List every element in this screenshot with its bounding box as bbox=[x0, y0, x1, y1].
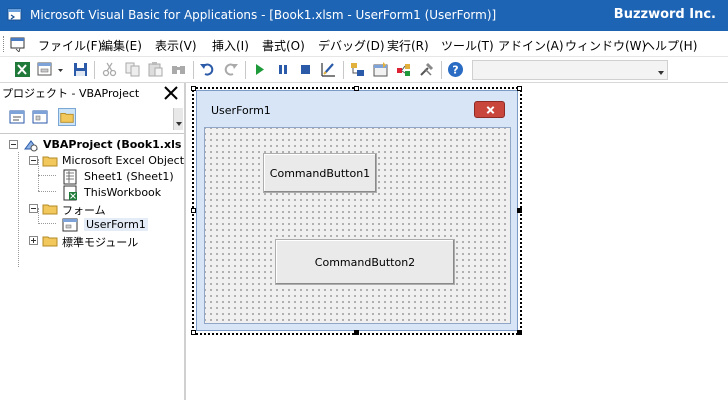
toolbar-separator bbox=[343, 61, 344, 79]
excel-view-icon[interactable] bbox=[14, 61, 31, 78]
insert-dropdown-icon[interactable] bbox=[56, 61, 65, 78]
chevron-down-icon[interactable] bbox=[658, 71, 664, 75]
resize-handle bbox=[191, 86, 196, 91]
project-tree: VBAProject (Book1.xls Microsoft Excel Ob… bbox=[0, 133, 184, 400]
close-icon[interactable] bbox=[474, 101, 505, 118]
standard-toolbar: ? bbox=[0, 57, 728, 83]
command-button-2[interactable]: CommandButton2 bbox=[275, 239, 455, 285]
copy-icon[interactable] bbox=[124, 61, 141, 78]
vba-app-icon bbox=[7, 8, 22, 21]
tree-item-sheet1[interactable]: Sheet1 (Sheet1) bbox=[56, 169, 184, 185]
userform-window[interactable]: UserForm1 CommandButton1 CommandButton2 bbox=[196, 90, 518, 331]
tree-connector bbox=[38, 191, 56, 192]
find-icon[interactable] bbox=[170, 61, 187, 78]
design-mode-icon[interactable] bbox=[320, 61, 337, 78]
reset-icon[interactable] bbox=[297, 61, 314, 78]
tree-item-modules[interactable]: 標準モジュール bbox=[26, 233, 184, 249]
undo-icon[interactable] bbox=[199, 61, 216, 78]
tree-item-thisworkbook[interactable]: ThisWorkbook bbox=[56, 185, 184, 201]
tree-item-label: 標準モジュール bbox=[62, 236, 139, 249]
collapse-icon[interactable] bbox=[9, 140, 18, 149]
tree-item-label: UserForm1 bbox=[84, 218, 148, 231]
close-icon[interactable] bbox=[161, 83, 181, 103]
folder-icon bbox=[42, 156, 58, 167]
menu-addins[interactable]: アドイン(A) bbox=[498, 37, 564, 54]
view-object-icon[interactable] bbox=[31, 108, 49, 126]
view-code-icon[interactable] bbox=[8, 108, 26, 126]
toolbar-separator bbox=[94, 61, 95, 79]
folder-icon bbox=[42, 236, 58, 247]
toolbar-separator bbox=[441, 61, 442, 79]
tree-item-label: ThisWorkbook bbox=[84, 186, 162, 199]
menu-edit[interactable]: 編集(E) bbox=[101, 37, 142, 54]
folder-icon bbox=[42, 204, 58, 215]
resize-handle bbox=[191, 330, 196, 335]
tree-item-label: Sheet1 (Sheet1) bbox=[84, 170, 174, 183]
resize-handle[interactable] bbox=[517, 330, 522, 335]
expand-icon[interactable] bbox=[29, 236, 38, 245]
menu-window[interactable]: ウィンドウ(W) bbox=[565, 37, 646, 54]
window-menu-icon[interactable] bbox=[10, 36, 26, 52]
properties-icon[interactable] bbox=[372, 61, 389, 78]
form-designer: UserForm1 CommandButton1 CommandButton2 bbox=[188, 83, 728, 400]
window-title: Microsoft Visual Basic for Applications … bbox=[30, 8, 497, 22]
svg-text:?: ? bbox=[452, 64, 458, 77]
chevron-down-icon[interactable] bbox=[176, 122, 182, 126]
tree-item-forms[interactable]: フォーム bbox=[26, 201, 184, 217]
menu-view[interactable]: 表示(V) bbox=[155, 37, 197, 54]
pane-toolbar-scroll[interactable] bbox=[173, 108, 183, 130]
menu-help[interactable]: ヘルプ(H) bbox=[643, 37, 697, 54]
title-bar: Microsoft Visual Basic for Applications … bbox=[0, 0, 728, 31]
userform-client-area[interactable]: CommandButton1 CommandButton2 bbox=[204, 127, 511, 324]
tree-item-userform1[interactable]: UserForm1 bbox=[56, 217, 184, 233]
tree-item-label: フォーム bbox=[62, 204, 106, 217]
run-icon[interactable] bbox=[251, 61, 268, 78]
paste-icon[interactable] bbox=[147, 61, 164, 78]
menu-tools[interactable]: ツール(T) bbox=[441, 37, 494, 54]
tree-connector bbox=[38, 223, 56, 224]
userform-icon bbox=[62, 218, 78, 232]
menu-debug[interactable]: デバッグ(D) bbox=[318, 37, 385, 54]
toolbox-icon[interactable] bbox=[418, 61, 435, 78]
cut-icon[interactable] bbox=[101, 61, 118, 78]
resize-handle bbox=[517, 86, 522, 91]
toolbar-separator bbox=[193, 61, 194, 79]
menu-run[interactable]: 実行(R) bbox=[387, 37, 429, 54]
tree-connector bbox=[38, 175, 56, 176]
object-browser-icon[interactable] bbox=[395, 61, 412, 78]
command-button-1[interactable]: CommandButton1 bbox=[263, 153, 377, 193]
menu-file[interactable]: ファイル(F) bbox=[38, 37, 102, 54]
collapse-icon[interactable] bbox=[29, 204, 38, 213]
vbaproject-icon bbox=[24, 140, 38, 152]
resize-handle[interactable] bbox=[354, 330, 359, 335]
workbook-icon bbox=[63, 185, 77, 201]
project-explorer-icon[interactable] bbox=[349, 61, 366, 78]
tree-item-excel-objects[interactable]: Microsoft Excel Object bbox=[26, 153, 184, 169]
redo-icon[interactable] bbox=[222, 61, 239, 78]
project-explorer: プロジェクト - VBAProject VBAProject (Book1.xl… bbox=[0, 83, 186, 400]
menu-bar: ファイル(F) 編集(E) 表示(V) 挿入(I) 書式(O) デバッグ(D) … bbox=[0, 31, 728, 57]
procedure-field[interactable] bbox=[472, 60, 668, 80]
resize-handle bbox=[191, 208, 196, 213]
menu-insert[interactable]: 挿入(I) bbox=[212, 37, 249, 54]
tree-item-label: VBAProject (Book1.xls bbox=[43, 138, 182, 151]
tree-connector bbox=[18, 152, 19, 267]
toggle-folders-icon[interactable] bbox=[58, 108, 76, 126]
toolbar-separator bbox=[245, 61, 246, 79]
insert-userform-icon[interactable] bbox=[37, 61, 54, 78]
menubar-grip[interactable] bbox=[3, 36, 6, 52]
account-name: Buzzword Inc. bbox=[613, 7, 716, 22]
help-icon[interactable]: ? bbox=[447, 61, 464, 78]
tree-item-label: Microsoft Excel Object bbox=[62, 154, 184, 167]
menu-format[interactable]: 書式(O) bbox=[262, 37, 305, 54]
project-pane-title: プロジェクト - VBAProject bbox=[2, 87, 140, 100]
userform-caption: UserForm1 bbox=[211, 104, 271, 117]
tree-item-vbaproject[interactable]: VBAProject (Book1.xls bbox=[6, 137, 184, 153]
resize-handle bbox=[354, 86, 359, 91]
sheet-icon bbox=[63, 169, 77, 185]
collapse-icon[interactable] bbox=[29, 156, 38, 165]
save-icon[interactable] bbox=[72, 61, 89, 78]
resize-handle[interactable] bbox=[517, 208, 522, 213]
break-icon[interactable] bbox=[274, 61, 291, 78]
